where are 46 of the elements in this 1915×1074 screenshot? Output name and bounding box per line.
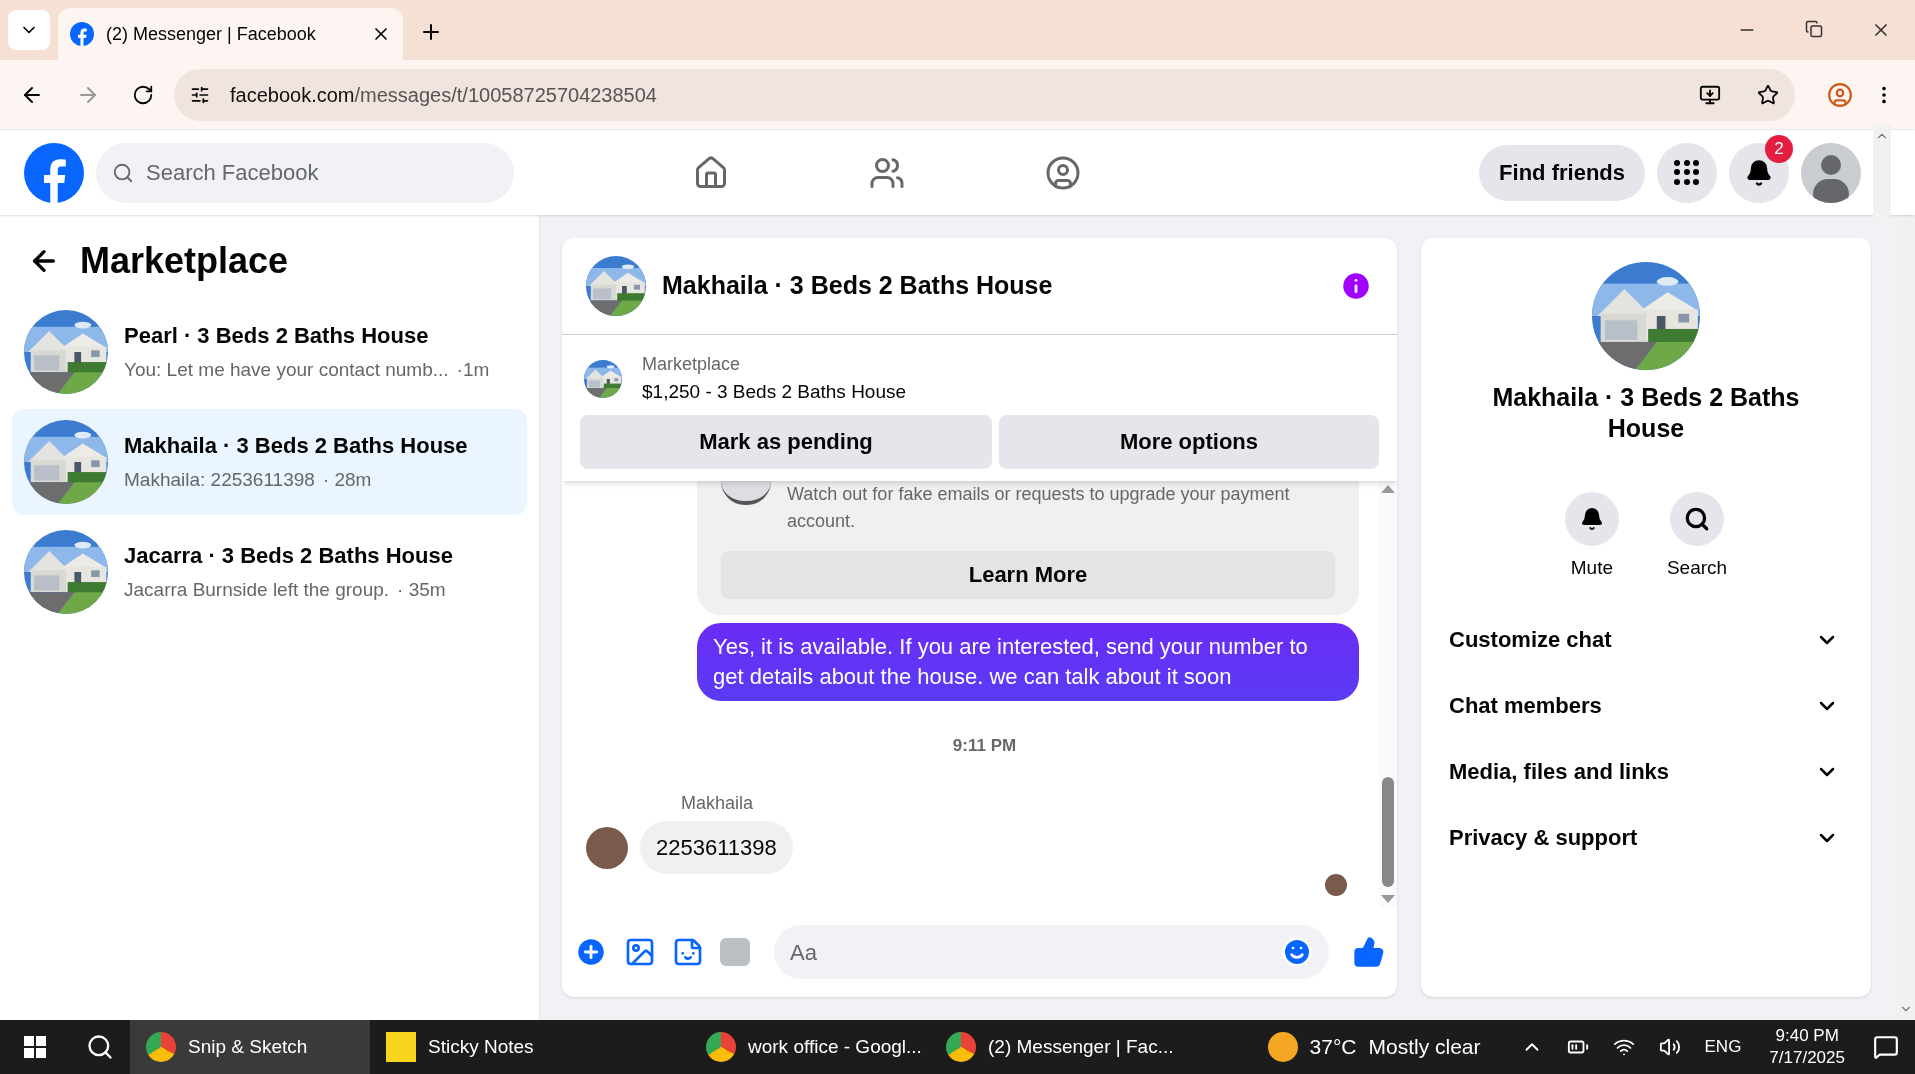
tab-title: (2) Messenger | Facebook	[106, 22, 317, 46]
notification-badge: 2	[1765, 134, 1793, 163]
listing-title: $1,250 - 3 Beds 2 Baths House	[642, 380, 907, 404]
conversation-time: · 28m	[322, 468, 372, 493]
chat-title: Makhaila · 3 Beds 2 Baths House	[662, 270, 1054, 302]
conversation-preview: Makhaila: 2253611398	[124, 468, 315, 493]
url-text: facebook.com/messages/t/10058725704238504	[230, 82, 658, 108]
details-title: Makhaila · 3 Beds 2 Baths House	[1491, 382, 1801, 444]
details-section[interactable]: Chat members	[1445, 672, 1847, 739]
conversation-time: · 35m	[397, 578, 446, 603]
message-input[interactable]: Aa	[790, 935, 1281, 969]
conversation-time: ·1m	[456, 358, 490, 383]
find-friends-button[interactable]: Find friends	[1479, 144, 1645, 201]
taskbar-app[interactable]: Sticky Notes	[370, 1020, 610, 1074]
sender-name: Makhaila	[681, 792, 755, 815]
browser-tab[interactable]: (2) Messenger | Facebook	[58, 8, 403, 60]
details-section[interactable]: Privacy & support	[1445, 804, 1847, 871]
address-bar[interactable]: facebook.com/messages/t/10058725704238504	[174, 68, 1795, 121]
details-section[interactable]: Customize chat	[1445, 606, 1847, 673]
conversation-preview: Jacarra Burnside left the group.	[124, 578, 390, 603]
search-field[interactable]: Search Facebook	[96, 142, 514, 203]
temperature: 37°C	[1309, 1034, 1357, 1061]
conversation-preview: You: Let me have your contact numb...	[124, 358, 449, 383]
details-section[interactable]: Media, files and links	[1445, 738, 1847, 805]
conversation-name: Pearl · 3 Beds 2 Baths House	[124, 322, 430, 351]
taskbar-app[interactable]: Snip & Sketch	[130, 1020, 370, 1074]
weather-condition: Mostly clear	[1368, 1034, 1481, 1061]
received-message: 2253611398	[640, 821, 793, 874]
listing-label: Marketplace	[642, 353, 742, 376]
clock-date: 7/17/2025	[1769, 1047, 1845, 1069]
clock-time: 9:40 PM	[1775, 1025, 1839, 1047]
listing-action-button[interactable]: More options	[999, 414, 1379, 469]
conversation-name: Jacarra · 3 Beds 2 Baths House	[124, 542, 453, 571]
message-timestamp: 9:11 PM	[952, 734, 1017, 757]
marketplace-title: Marketplace	[80, 239, 289, 283]
taskbar-app[interactable]: work office - Googl...	[690, 1020, 930, 1074]
learn-more-button[interactable]: Learn More	[721, 550, 1335, 599]
message-field[interactable]: Aa	[774, 925, 1329, 979]
language-indicator[interactable]: ENG	[1704, 1034, 1742, 1060]
safety-notice-text: Watch out for fake emails or requests to upgrade your payment account.	[787, 482, 1291, 533]
taskbar-app[interactable]: (2) Messenger | Fac...	[930, 1020, 1170, 1074]
conversation-name: Makhaila · 3 Beds 2 Baths House	[124, 432, 468, 461]
conversation-item[interactable]: Makhaila · 3 Beds 2 Baths House Makhaila: 2253611398 · 28m	[12, 409, 527, 515]
listing-action-button[interactable]: Mark as pending	[580, 414, 992, 469]
search-input[interactable]: Search Facebook	[146, 156, 498, 189]
sent-message: Yes, it is available. If you are interested, send your number to get details about the house. we can talk about it soon	[697, 622, 1359, 701]
